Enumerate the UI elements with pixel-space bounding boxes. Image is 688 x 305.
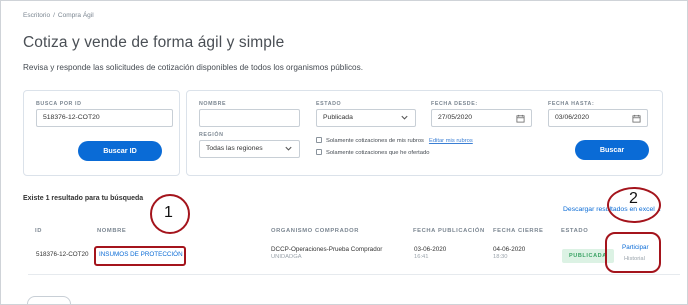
results-count: Existe 1 resultado para tu búsqueda — [23, 195, 144, 202]
region-select-value: Todas las regiones — [206, 145, 263, 152]
column-header-fecha-cierre: FECHA CIERRE — [493, 228, 544, 234]
column-header-organismo: ORGANISMO COMPRADOR — [271, 228, 360, 234]
chevron-down-icon — [285, 146, 292, 151]
checkbox-mis-rubros-label: Solamente cotizaciones de mis rubros — [326, 138, 424, 144]
breadcrumb-separator: / — [53, 12, 55, 19]
buscar-button[interactable]: Buscar — [575, 140, 649, 160]
estado-label: ESTADO — [316, 101, 342, 107]
row-fecha-publicacion: 03-06-2020 — [414, 246, 447, 253]
checkbox-box[interactable] — [316, 137, 322, 143]
fecha-hasta-value: 03/06/2020 — [555, 114, 590, 121]
filters-card: NOMBRE ESTADO Publicada FECHA DESDE: 27/… — [186, 90, 663, 176]
row-organismo: DCCP-Operaciones-Prueba Comprador — [271, 246, 383, 253]
calendar-icon[interactable] — [516, 114, 525, 123]
annotation-highlight-actions — [605, 232, 661, 273]
breadcrumb-item-escritorio[interactable]: Escritorio — [23, 12, 50, 19]
row-id: 518376-12-COT20 — [36, 251, 89, 258]
fecha-hasta-input[interactable]: 03/06/2020 — [548, 109, 648, 127]
column-header-nombre: NOMBRE — [97, 228, 127, 234]
region-select[interactable]: Todas las regiones — [199, 140, 300, 158]
search-id-label: BUSCA POR ID — [36, 101, 82, 107]
row-unidad: UNIDADGA — [271, 254, 302, 260]
fecha-desde-input[interactable]: 27/05/2020 — [431, 109, 532, 127]
checkbox-ofertado-label: Solamente cotizaciones que he ofertado — [326, 150, 430, 156]
fecha-desde-label: FECHA DESDE: — [431, 101, 478, 107]
buscar-id-button[interactable]: Buscar ID — [78, 141, 162, 161]
page-title: Cotiza y vende de forma ágil y simple — [23, 34, 285, 51]
annotation-number-1: 1 — [164, 204, 173, 221]
column-header-id: ID — [35, 228, 42, 234]
checkbox-mis-rubros[interactable]: Solamente cotizaciones de mis rubros Edit… — [316, 137, 473, 144]
pagination-control[interactable] — [27, 296, 71, 304]
region-label: REGIÓN — [199, 132, 224, 138]
page-subtitle: Revisa y responde las solicitudes de cot… — [23, 63, 363, 72]
estado-select-value: Publicada — [323, 114, 353, 121]
breadcrumb: Escritorio / Compra Ágil — [23, 12, 94, 19]
search-id-input[interactable]: 518376-12-COT20 — [36, 109, 173, 127]
annotation-highlight-nombre — [94, 246, 186, 266]
search-by-id-card: BUSCA POR ID 518376-12-COT20 Buscar ID — [23, 90, 180, 176]
nombre-input[interactable] — [199, 109, 300, 127]
page-frame: Escritorio / Compra Ágil Cotiza y vende de… — [0, 0, 688, 305]
nombre-label: NOMBRE — [199, 101, 227, 107]
breadcrumb-item-compra-agil: Compra Ágil — [57, 12, 94, 19]
row-hora-cierre: 18:30 — [493, 254, 508, 260]
fecha-hasta-label: FECHA HASTA: — [548, 101, 595, 107]
column-header-estado: ESTADO — [561, 228, 589, 234]
checkbox-box[interactable] — [316, 149, 322, 155]
annotation-number-2: 2 — [629, 190, 638, 207]
editar-rubros-link[interactable]: Editar mis rubros — [429, 138, 473, 144]
row-fecha-cierre: 04-06-2020 — [493, 246, 526, 253]
fecha-desde-value: 27/05/2020 — [438, 114, 473, 121]
column-header-fecha-publicacion: FECHA PUBLICACIÓN — [413, 228, 485, 234]
row-hora-publicacion: 16:41 — [414, 254, 429, 260]
checkbox-ofertado[interactable]: Solamente cotizaciones que he ofertado — [316, 149, 429, 156]
chevron-down-icon — [401, 115, 408, 120]
calendar-icon[interactable] — [632, 114, 641, 123]
estado-select[interactable]: Publicada — [316, 109, 416, 127]
